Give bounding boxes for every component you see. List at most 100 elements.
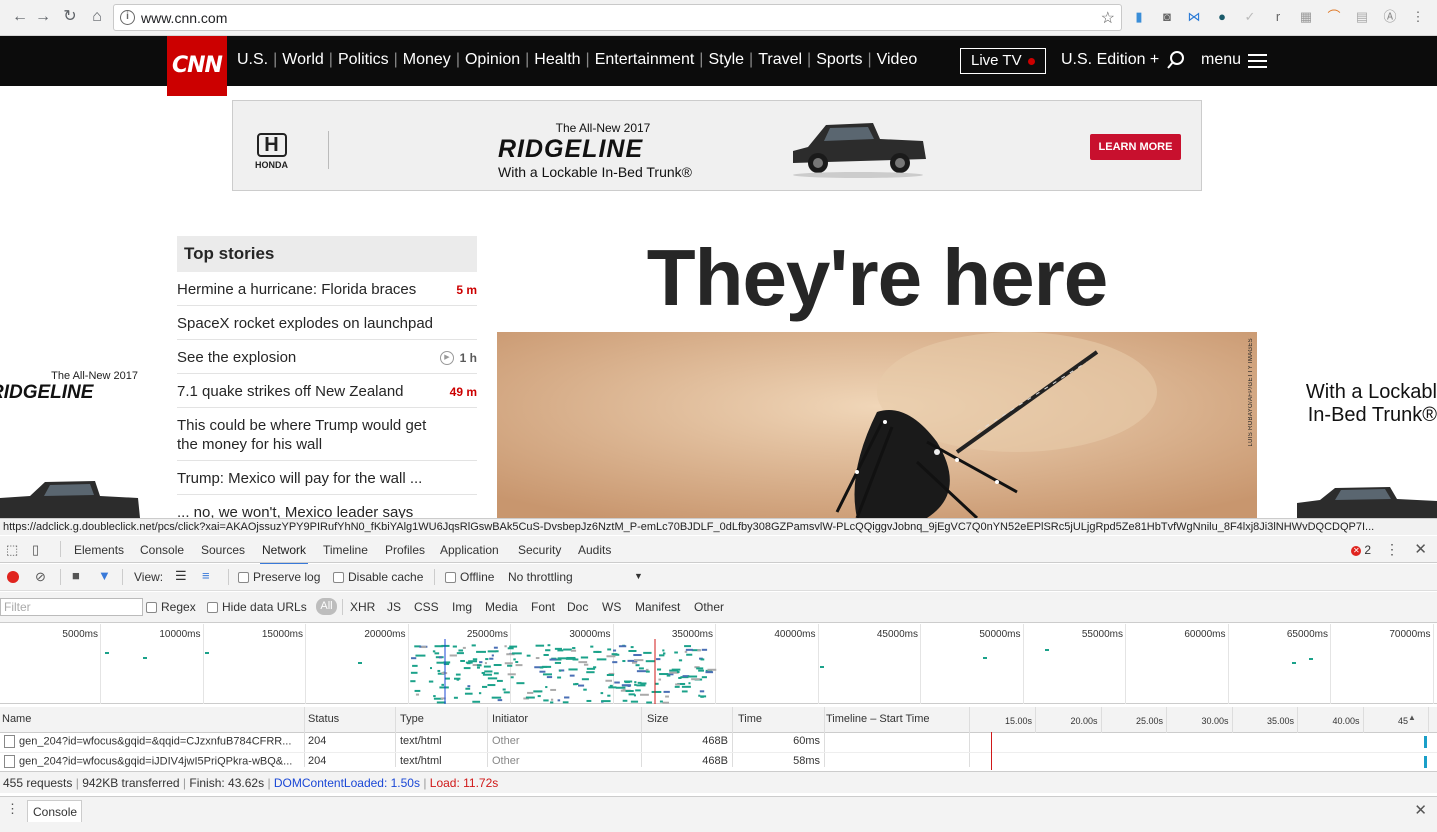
address-url[interactable]: www.cnn.com [141,10,227,26]
story-item[interactable]: This could be where Trump would get the … [177,408,477,461]
filter-type-xhr[interactable]: XHR [350,600,375,614]
filter-type-css[interactable]: CSS [414,600,439,614]
story-title[interactable]: SpaceX rocket explodes on launchpad [177,314,437,333]
nav-item-world[interactable]: World [282,51,324,69]
right-side-ad[interactable]: With a Lockabl In-Bed Trunk® [1280,381,1437,427]
nav-item-money[interactable]: Money [403,51,451,69]
story-item[interactable]: ... no, we won't, Mexico leader says [177,495,477,521]
tab-network[interactable]: Network [259,543,309,565]
learn-more-button[interactable]: LEARN MORE [1090,134,1181,160]
tab-audits[interactable]: Audits [578,543,611,557]
throttling-select[interactable]: No throttling ▼ [508,570,643,584]
profile-icon[interactable]: Ⓐ [1382,9,1398,25]
extension-bowtie-icon[interactable]: ⋈ [1186,9,1202,25]
capture-screenshots-icon[interactable]: ■ [72,568,80,583]
tab-elements[interactable]: Elements [74,543,124,557]
console-drawer-tab[interactable]: Console [27,800,82,822]
filter-type-js[interactable]: JS [387,600,401,614]
back-arrow-icon[interactable]: ← [10,7,30,27]
filter-type-media[interactable]: Media [485,600,518,614]
disable-cache-checkbox[interactable]: Disable cache [333,570,423,584]
overview-icon[interactable]: ≡ [202,568,210,583]
story-title[interactable]: Trump: Mexico will pay for the wall ... [177,469,437,488]
hamburger-icon[interactable] [1248,54,1267,68]
story-item[interactable]: Trump: Mexico will pay for the wall ... [177,461,477,495]
story-title[interactable]: Hermine a hurricane: Florida braces [177,280,437,299]
story-title[interactable]: This could be where Trump would get the … [177,416,437,454]
filter-type-other[interactable]: Other [694,600,724,614]
nav-item-sports[interactable]: Sports [816,51,862,69]
clear-icon[interactable]: ⊘ [35,569,46,585]
filter-type-doc[interactable]: Doc [567,600,588,614]
reload-icon[interactable]: ↻ [60,7,80,27]
tab-profiles[interactable]: Profiles [385,543,425,557]
nav-item-video[interactable]: Video [877,51,918,69]
regex-checkbox[interactable]: Regex [146,600,196,614]
filter-type-manifest[interactable]: Manifest [635,600,680,614]
edition-selector[interactable]: U.S. Edition + [1061,51,1159,69]
table-row[interactable]: gen_204?id=wfocus&gqid=&qqid=CJzxnfuB784… [0,732,1437,753]
table-row[interactable]: gen_204?id=wfocus&gqid=iJDIV4jwI5PriQPkr… [0,752,1437,773]
address-bar[interactable]: i www.cnn.com ☆ [113,4,1122,31]
mosquito-photo[interactable]: LUIS ROBAYO/AFP/GETTY IMAGES [497,332,1257,518]
filter-icon[interactable]: ▼ [98,568,111,583]
live-tv-button[interactable]: Live TV [960,48,1046,74]
extension-arc-icon[interactable]: ⌒ [1326,9,1342,25]
extension-check-icon[interactable]: ✓ [1242,9,1258,25]
info-icon[interactable]: i [120,10,135,25]
home-icon[interactable]: ⌂ [87,7,107,27]
tab-timeline[interactable]: Timeline [323,543,368,557]
close-drawer-icon[interactable]: ✕ [1414,801,1427,819]
filter-input[interactable]: Filter [0,598,143,616]
left-side-ad[interactable]: The All-New 2017 RIDGELINE [0,370,140,403]
offline-checkbox[interactable]: Offline [445,570,494,584]
story-title[interactable]: 7.1 quake strikes off New Zealand [177,382,437,401]
more-vert-icon[interactable]: ⋮ [1410,9,1426,25]
tab-security[interactable]: Security [518,543,561,557]
extension-chart-icon[interactable]: ▮ [1131,9,1147,25]
filter-all[interactable]: All [316,598,337,615]
hide-data-urls-checkbox[interactable]: Hide data URLs [207,600,307,614]
nav-item-health[interactable]: Health [534,51,580,69]
large-rows-icon[interactable]: ☰ [175,568,187,584]
story-item[interactable]: 7.1 quake strikes off New Zealand 49 m [177,374,477,408]
headline[interactable]: They're here [497,232,1257,324]
tab-sources[interactable]: Sources [201,543,245,557]
tab-console[interactable]: Console [140,543,184,557]
extension-grid-icon[interactable]: ▦ [1298,9,1314,25]
search-icon[interactable] [1166,50,1186,75]
extension-circle-icon[interactable]: ● [1214,9,1230,25]
close-devtools-icon[interactable]: ✕ [1414,540,1427,558]
error-count-badge[interactable]: ✕ 2 [1351,543,1371,557]
preserve-log-checkbox[interactable]: Preserve log [238,570,320,584]
story-item[interactable]: Hermine a hurricane: Florida braces 5 m [177,272,477,306]
record-icon[interactable] [7,571,19,583]
story-item[interactable]: See the explosion ▶ 1 h [177,340,477,374]
filter-type-img[interactable]: Img [452,600,472,614]
nav-item-opinion[interactable]: Opinion [465,51,520,69]
story-item[interactable]: SpaceX rocket explodes on launchpad [177,306,477,340]
nav-item-travel[interactable]: Travel [758,51,802,69]
drawer-menu-icon[interactable]: ⋮ [6,801,19,817]
nav-item-politics[interactable]: Politics [338,51,389,69]
network-overview[interactable]: 5000ms 10000ms 15000ms 20000ms 25000ms 30000m… [0,624,1437,704]
nav-item-us[interactable]: U.S. [237,51,268,69]
extension-doc-icon[interactable]: ▤ [1354,9,1370,25]
cnn-logo[interactable]: CNN [167,36,227,96]
more-vert-icon[interactable]: ⋮ [1385,541,1399,558]
nav-item-style[interactable]: Style [708,51,744,69]
row-name[interactable]: gen_204?id=wfocus&gqid=&qqid=CJzxnfuB784… [4,735,300,748]
filter-type-ws[interactable]: WS [602,600,621,614]
story-title[interactable]: See the explosion [177,348,437,367]
ad-banner[interactable]: H HONDA The All-New 2017 RIDGELINE With … [232,100,1202,191]
nav-item-entertainment[interactable]: Entertainment [595,51,695,69]
inspect-element-icon[interactable]: ⬚ [6,542,18,558]
menu-button[interactable]: menu [1201,51,1241,69]
filter-type-font[interactable]: Font [531,600,555,614]
camera-icon[interactable]: ◙ [1159,9,1175,25]
row-name[interactable]: gen_204?id=wfocus&gqid=iJDIV4jwI5PriQPkr… [4,755,300,768]
star-icon[interactable]: ☆ [1101,8,1115,28]
tab-application[interactable]: Application [440,543,499,557]
forward-arrow-icon[interactable]: → [33,7,53,27]
device-toolbar-icon[interactable]: ▯ [32,542,39,558]
